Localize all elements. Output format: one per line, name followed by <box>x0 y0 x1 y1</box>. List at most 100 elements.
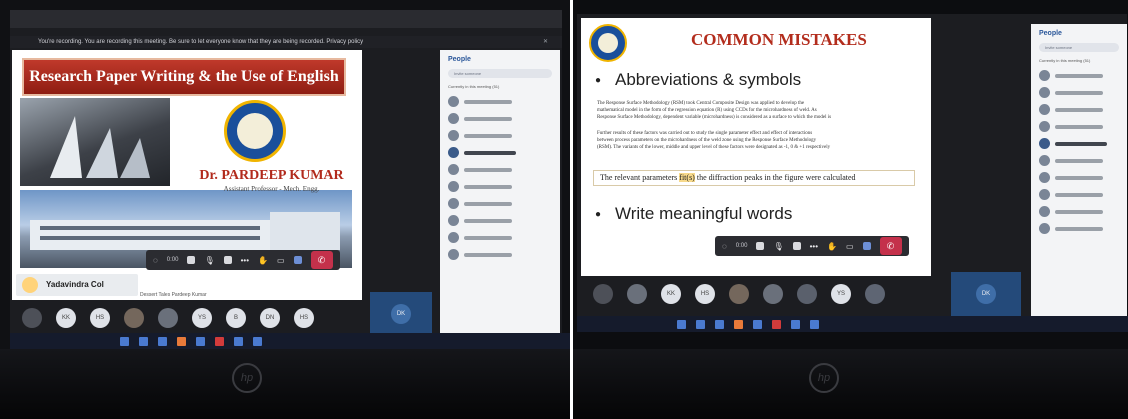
left-screen: You're recording. You are recording this… <box>10 10 562 350</box>
right-photo: COMMON MISTAKES ● Abbreviations & symbols… <box>570 0 1128 419</box>
self-avatar: DK <box>976 284 996 304</box>
invite-search-input[interactable]: Invite someone <box>448 69 552 78</box>
chat-icon[interactable]: ▭ <box>277 256 285 265</box>
participant-item[interactable] <box>440 93 560 110</box>
avatar <box>1039 155 1050 166</box>
taskbar-app-icon[interactable] <box>734 319 743 329</box>
avatar <box>1039 70 1050 81</box>
participant-item[interactable] <box>1031 220 1127 237</box>
institute-label: Yadavindra Col <box>16 274 138 296</box>
participant-tile[interactable] <box>22 308 42 328</box>
avatar <box>1039 138 1050 149</box>
participant-tile[interactable]: DN <box>260 308 280 328</box>
camera-icon[interactable] <box>187 256 196 264</box>
participant-strip: KK HS YS <box>593 284 885 304</box>
participant-item[interactable] <box>1031 152 1127 169</box>
participant-tile[interactable] <box>124 308 144 328</box>
participant-tile[interactable] <box>729 284 749 304</box>
avatar <box>448 198 459 209</box>
hang-up-button[interactable]: ✆ <box>310 251 333 269</box>
participant-tile[interactable]: B <box>226 308 246 328</box>
participant-item[interactable] <box>440 195 560 212</box>
hang-up-button[interactable]: ✆ <box>879 237 902 255</box>
raise-hand-icon[interactable]: ✋ <box>258 256 268 265</box>
participant-tile[interactable]: HS <box>695 284 715 304</box>
left-photo: You're recording. You are recording this… <box>0 0 570 419</box>
participant-item[interactable] <box>1031 186 1127 203</box>
participant-tile[interactable]: HS <box>90 308 110 328</box>
participant-item[interactable] <box>440 127 560 144</box>
photo-collage: You're recording. You are recording this… <box>0 0 1128 419</box>
taskbar-app-icon[interactable] <box>715 319 724 329</box>
taskbar-app-icon[interactable] <box>772 319 781 329</box>
taskbar-app-icon[interactable] <box>215 336 224 346</box>
more-icon[interactable]: ••• <box>810 242 818 251</box>
participant-item[interactable] <box>440 246 560 263</box>
avatar <box>1039 121 1050 132</box>
participant-tile[interactable] <box>158 308 178 328</box>
paragraph-line: between process parameters on the microh… <box>597 138 817 143</box>
taskbar-app-icon[interactable] <box>810 319 819 329</box>
taskbar-app-icon[interactable] <box>753 319 762 329</box>
participant-item[interactable] <box>1031 84 1127 101</box>
avatar <box>1039 223 1050 234</box>
more-icon[interactable]: ••• <box>241 256 249 265</box>
chat-icon[interactable]: ▭ <box>846 242 854 251</box>
invite-search-input[interactable]: Invite someone <box>1039 43 1119 52</box>
participant-item[interactable] <box>440 161 560 178</box>
hp-logo: hp <box>232 363 262 393</box>
participant-item[interactable] <box>1031 118 1127 135</box>
participant-item[interactable] <box>440 110 560 127</box>
people-icon[interactable] <box>293 256 302 264</box>
participant-item[interactable] <box>1031 135 1127 152</box>
taskbar-app-icon[interactable] <box>196 336 205 346</box>
participant-item[interactable] <box>1031 169 1127 186</box>
taskbar-app-icon[interactable] <box>158 336 167 346</box>
participant-tile[interactable] <box>865 284 885 304</box>
windows-taskbar <box>577 316 1128 332</box>
building-sketch <box>50 116 150 178</box>
people-panel: People Invite someone Currently in this … <box>440 50 560 350</box>
share-icon[interactable] <box>223 256 232 264</box>
participant-item[interactable] <box>1031 101 1127 118</box>
participant-tile[interactable] <box>593 284 613 304</box>
participant-strip: KK HS YS B DN HS <box>22 308 314 328</box>
taskbar-app-icon[interactable] <box>177 336 186 346</box>
taskbar-app-icon[interactable] <box>696 319 705 329</box>
people-icon[interactable] <box>862 242 871 250</box>
meeting-controls: ◌ 0:00 🎙 ••• ✋ ▭ ✆ <box>715 236 909 256</box>
participant-item[interactable] <box>440 178 560 195</box>
avatar <box>448 164 459 175</box>
raise-hand-icon[interactable]: ✋ <box>827 242 837 251</box>
participant-item[interactable] <box>1031 203 1127 220</box>
people-panel-title: People <box>448 56 471 63</box>
participant-item[interactable] <box>440 144 560 161</box>
microphone-icon[interactable]: 🎙 <box>204 256 214 265</box>
highlighted-word: fit(s) <box>679 173 695 182</box>
participant-item[interactable] <box>1031 67 1127 84</box>
share-icon[interactable] <box>792 242 801 250</box>
taskbar-app-icon[interactable] <box>791 319 800 329</box>
taskbar-app-icon[interactable] <box>139 336 148 346</box>
participant-tile[interactable]: KK <box>661 284 681 304</box>
participant-tile[interactable] <box>797 284 817 304</box>
avatar <box>448 215 459 226</box>
meeting-timer: 0:00 <box>735 243 748 249</box>
participant-tile[interactable]: YS <box>831 284 851 304</box>
participant-tile[interactable]: KK <box>56 308 76 328</box>
taskbar-app-icon[interactable] <box>253 336 262 346</box>
participant-tile[interactable] <box>763 284 783 304</box>
participant-item[interactable] <box>440 229 560 246</box>
participant-item[interactable] <box>440 212 560 229</box>
taskbar-app-icon[interactable] <box>677 319 686 329</box>
camera-icon[interactable] <box>756 242 765 250</box>
avatar <box>1039 172 1050 183</box>
taskbar-app-icon[interactable] <box>120 336 129 346</box>
participant-tile[interactable]: HS <box>294 308 314 328</box>
participant-tile[interactable] <box>627 284 647 304</box>
participant-tile[interactable]: YS <box>192 308 212 328</box>
microphone-icon[interactable]: 🎙 <box>773 242 783 251</box>
taskbar-app-icon[interactable] <box>234 336 243 346</box>
close-icon[interactable]: ✕ <box>543 36 548 48</box>
slide-title: COMMON MISTAKES <box>691 30 867 49</box>
